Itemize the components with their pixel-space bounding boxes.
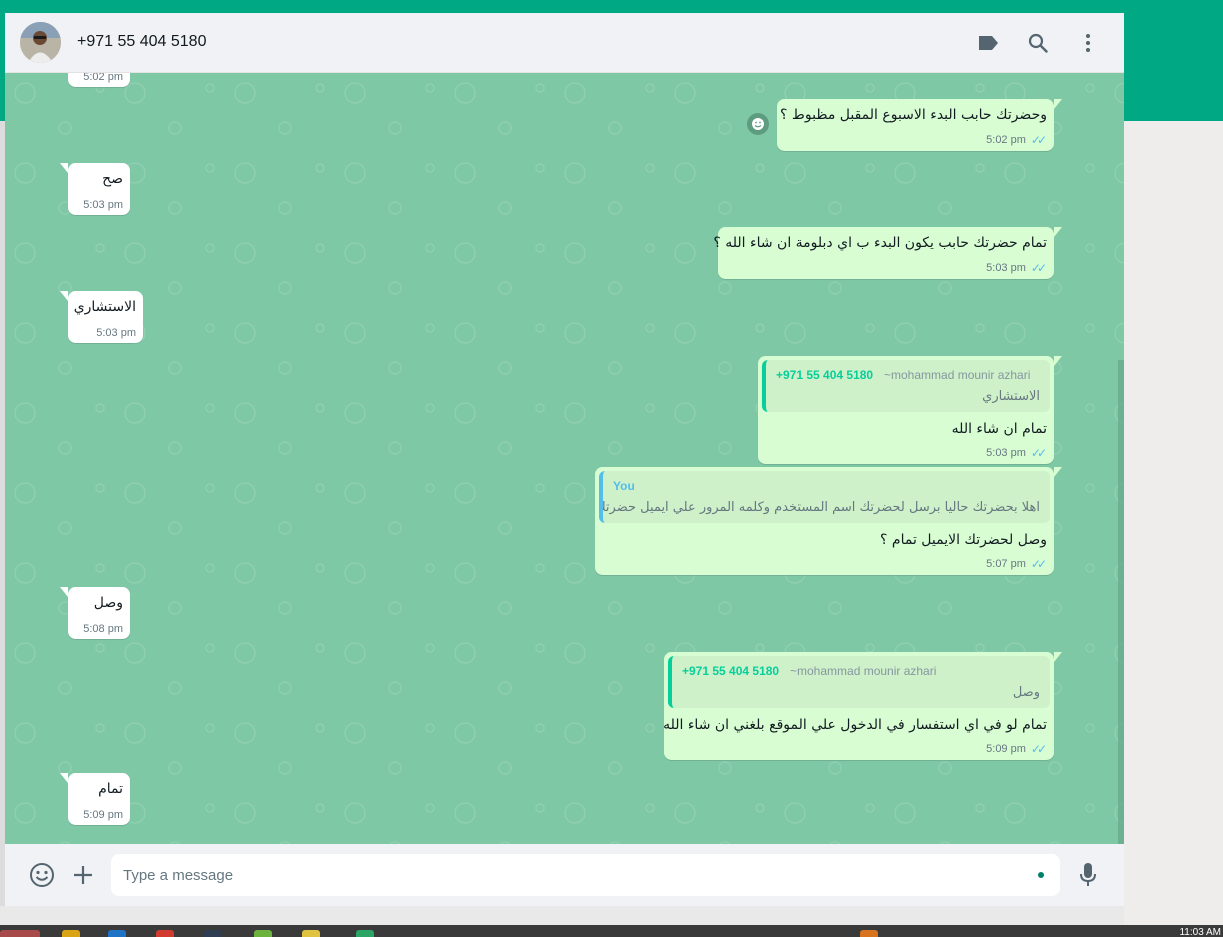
message-text: وحضرتك حابب البدء الاسبوع المقبل مظبوط ؟ (780, 107, 1047, 123)
taskbar-clock[interactable]: 11:03 AM (1179, 927, 1221, 937)
message-time: 5:02 pm (83, 73, 123, 83)
quote-author-name: ~mohammad mounir azhari (884, 368, 1031, 382)
quote-text: وصل (1012, 685, 1040, 700)
quoted-message[interactable]: You اهلا بحضرتك حاليا برسل لحضرتك اسم ال… (599, 471, 1050, 523)
read-ticks-icon: ✓✓ (1030, 557, 1047, 571)
message-outgoing[interactable]: وحضرتك حابب البدء الاسبوع المقبل مظبوط ؟… (777, 99, 1062, 151)
message-meta: 5:02 pm ✓✓ (986, 133, 1047, 147)
message-time: 5:08 pm (83, 623, 123, 635)
taskbar-app-icon[interactable] (108, 930, 126, 937)
taskbar-app-icon[interactable] (204, 930, 222, 937)
quote-author-number: +971 55 404 5180 (682, 664, 780, 678)
message-input-box[interactable] (111, 854, 1060, 896)
chat-scrollbar[interactable] (1118, 360, 1124, 844)
message-meta: 5:07 pm ✓✓ (986, 557, 1047, 571)
quote-author-name: ~mohammad mounir azhari (790, 664, 937, 678)
message-incoming[interactable]: تمام 5:09 pm (60, 773, 130, 825)
message-outgoing[interactable]: تمام حضرتك حابب يكون البدء ب اي دبلومة ا… (713, 227, 1062, 279)
message-incoming[interactable]: 5:02 pm (68, 73, 130, 87)
label-icon[interactable] (974, 29, 1002, 57)
message-time: 5:03 pm (986, 447, 1026, 459)
message-text: وصل لحضرتك الايميل تمام ؟ (880, 532, 1047, 548)
quote-text: اهلا بحضرتك حاليا برسل لحضرتك اسم المستخ… (599, 500, 1040, 515)
message-time: 5:03 pm (986, 262, 1026, 274)
window-bottom-strip (0, 906, 1124, 925)
message-time: 5:07 pm (986, 558, 1026, 570)
message-text: تمام حضرتك حابب يكون البدء ب اي دبلومة ا… (713, 235, 1047, 251)
message-outgoing-reply[interactable]: +971 55 404 5180 ~mohammad mounir azhari… (758, 356, 1062, 464)
message-time: 5:09 pm (83, 809, 123, 821)
read-ticks-icon: ✓✓ (1030, 261, 1047, 275)
contact-name[interactable]: +971 55 404 5180 (77, 33, 206, 51)
input-status-dot (1038, 872, 1044, 878)
message-text: تمام (98, 781, 123, 797)
chat-header: +971 55 404 5180 (5, 13, 1124, 73)
os-taskbar: 11:03 AM (0, 925, 1223, 937)
message-time: 5:03 pm (83, 199, 123, 211)
conversation-panel[interactable]: 5:02 pm وحضرتك حابب البدء الاسبوع المقبل… (5, 73, 1124, 844)
taskbar-start-icon[interactable] (0, 930, 40, 937)
message-text: تمام ان شاء الله (951, 421, 1047, 437)
read-ticks-icon: ✓✓ (1030, 446, 1047, 460)
message-text: وصل (93, 595, 123, 611)
background-panel (1124, 121, 1223, 925)
message-input[interactable] (123, 854, 1023, 896)
emoji-icon[interactable] (27, 860, 57, 890)
quoted-message[interactable]: +971 55 404 5180 ~mohammad mounir azhari… (668, 656, 1050, 708)
read-ticks-icon: ✓✓ (1030, 133, 1047, 147)
message-time: 5:09 pm (986, 743, 1026, 755)
search-icon[interactable] (1024, 29, 1052, 57)
microphone-icon[interactable] (1073, 860, 1103, 890)
read-ticks-icon: ✓✓ (1030, 742, 1047, 756)
quoted-message[interactable]: +971 55 404 5180 ~mohammad mounir azhari… (762, 360, 1050, 412)
attach-plus-icon[interactable] (68, 860, 98, 890)
chat-window: +971 55 404 5180 5:02 pm وحضرتك حابب الب… (5, 13, 1124, 906)
taskbar-app-icon[interactable] (356, 930, 374, 937)
contact-avatar[interactable] (20, 22, 61, 63)
taskbar-app-icon[interactable] (302, 930, 320, 937)
message-meta: 5:09 pm ✓✓ (986, 742, 1047, 756)
message-incoming[interactable]: الاستشاري 5:03 pm (60, 291, 143, 343)
message-outgoing-reply[interactable]: You اهلا بحضرتك حاليا برسل لحضرتك اسم ال… (595, 467, 1062, 575)
message-time: 5:03 pm (96, 327, 136, 339)
taskbar-app-icon[interactable] (860, 930, 878, 937)
menu-icon[interactable] (1074, 29, 1102, 57)
quote-author: You (613, 479, 635, 493)
message-meta: 5:03 pm ✓✓ (986, 446, 1047, 460)
message-meta: 5:03 pm ✓✓ (986, 261, 1047, 275)
taskbar-folder-icon[interactable] (62, 930, 80, 937)
message-incoming[interactable]: وصل 5:08 pm (60, 587, 130, 639)
message-text: تمام لو في اي استفسار في الدخول علي المو… (663, 717, 1047, 733)
message-time: 5:02 pm (986, 134, 1026, 146)
message-outgoing-reply[interactable]: +971 55 404 5180 ~mohammad mounir azhari… (663, 652, 1062, 760)
taskbar-app-icon[interactable] (254, 930, 272, 937)
message-text: صح (102, 171, 123, 187)
message-text: الاستشاري (73, 299, 136, 315)
message-composer (5, 844, 1124, 906)
quote-author-number: +971 55 404 5180 (776, 368, 874, 382)
quote-text: الاستشاري (982, 389, 1040, 404)
message-incoming[interactable]: صح 5:03 pm (60, 163, 130, 215)
taskbar-browser-icon[interactable] (156, 930, 174, 937)
reaction-emoji-icon[interactable] (747, 113, 769, 135)
